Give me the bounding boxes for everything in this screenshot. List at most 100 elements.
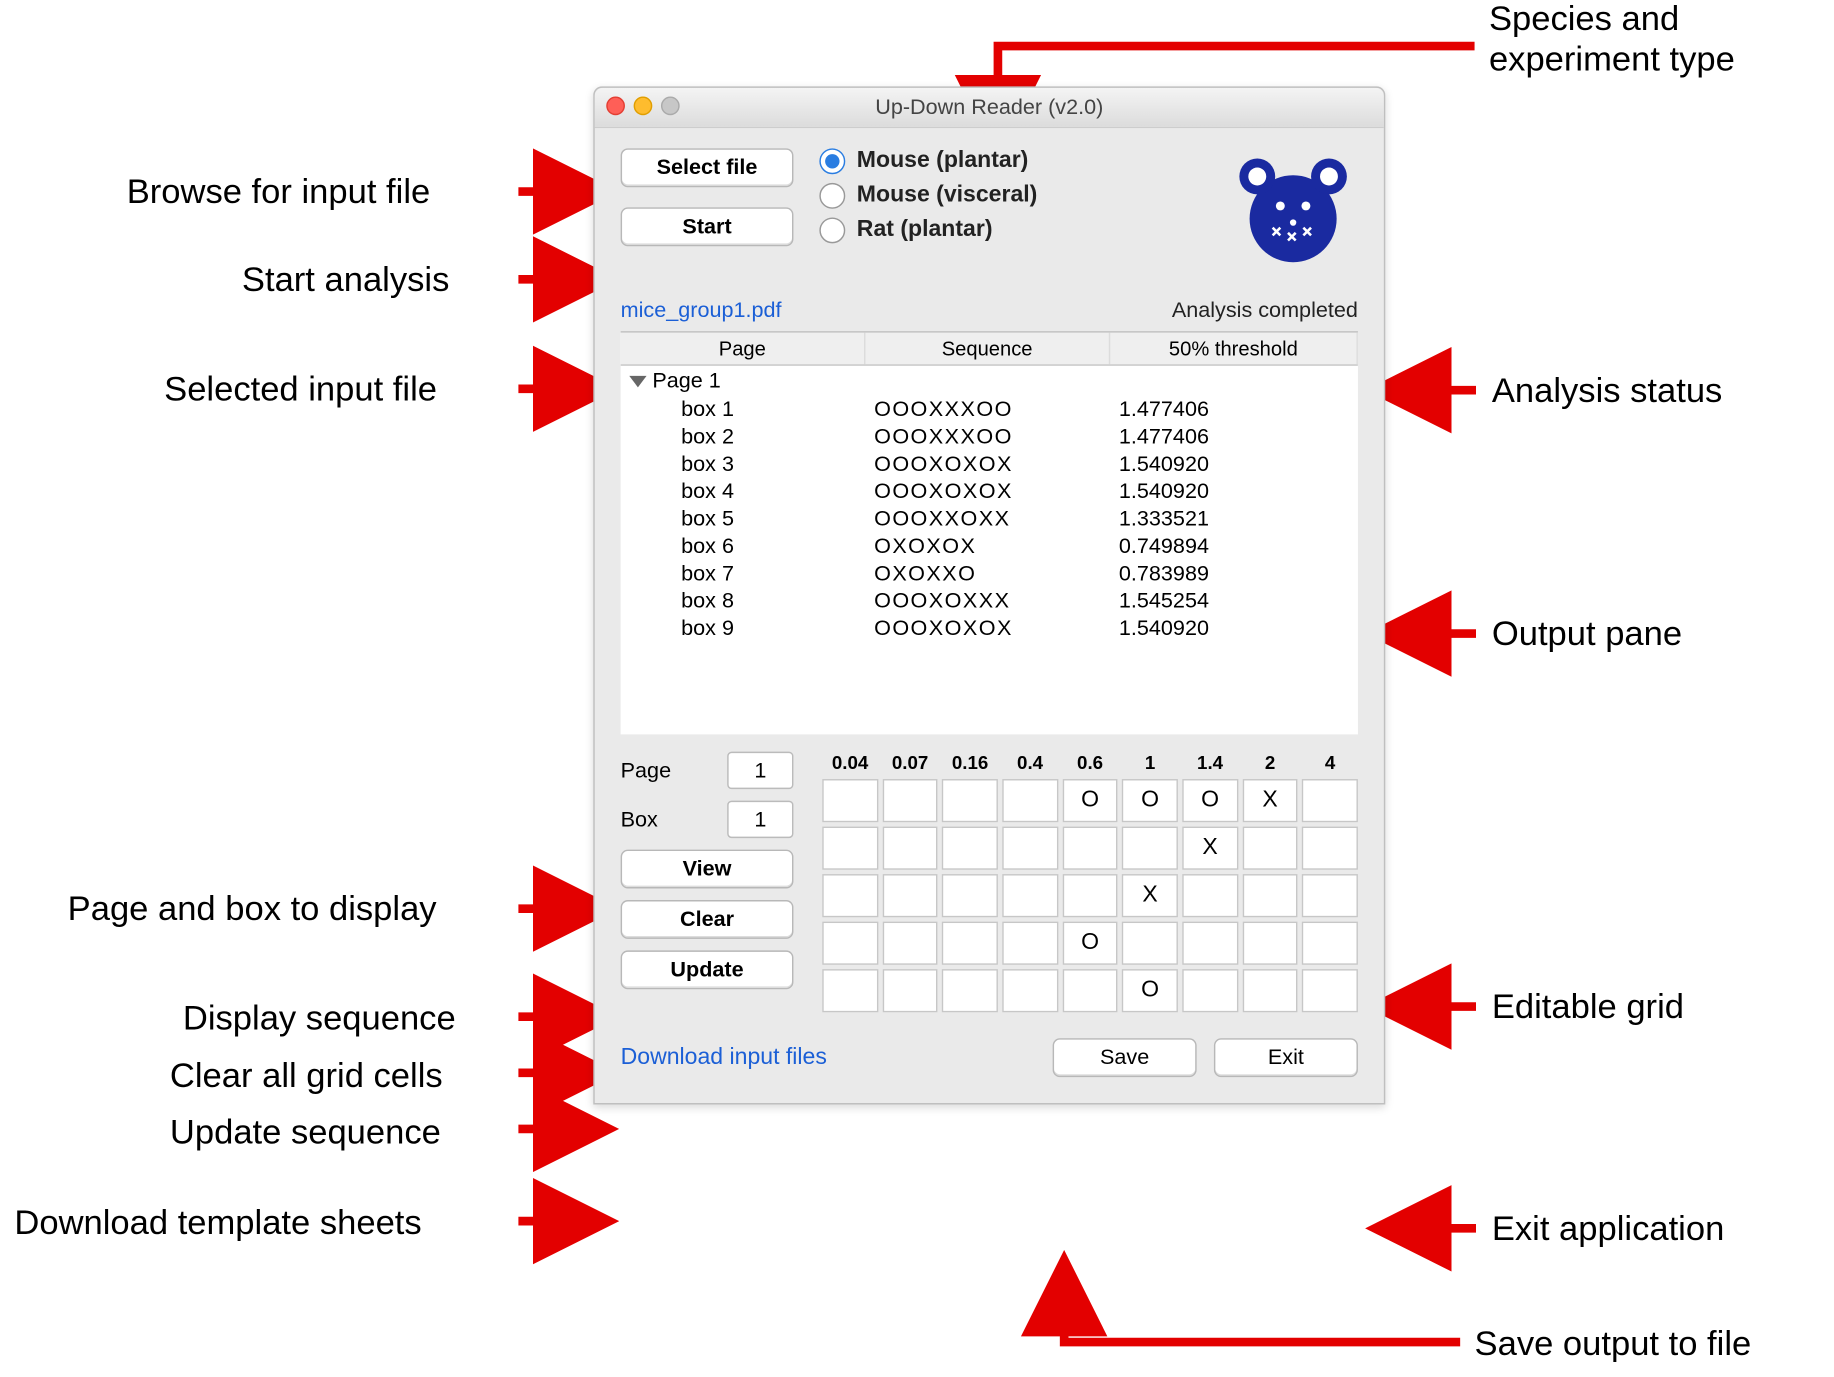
grid-cell[interactable] xyxy=(1002,779,1058,822)
grid-column-header: 0.16 xyxy=(942,752,998,774)
grid-cell[interactable]: X xyxy=(1122,874,1178,917)
box-label: Box xyxy=(621,807,658,831)
tree-box-label: box 4 xyxy=(621,480,866,504)
radio-mouse-plantar[interactable] xyxy=(819,148,845,174)
grid-cell[interactable] xyxy=(1062,827,1118,870)
grid-cell[interactable] xyxy=(1302,969,1358,1012)
tree-threshold: 1.333521 xyxy=(1110,507,1358,531)
grid-cell[interactable] xyxy=(1182,969,1238,1012)
tree-threshold: 1.545254 xyxy=(1110,589,1358,613)
callout-clear-grid: Clear all grid cells xyxy=(170,1057,443,1097)
disclosure-triangle-icon[interactable] xyxy=(629,375,646,387)
grid-cell[interactable] xyxy=(1242,922,1298,965)
grid-cell[interactable] xyxy=(1302,874,1358,917)
tree-sequence: OXOXXO xyxy=(865,562,1110,586)
tree-group[interactable]: Page 1 xyxy=(621,366,1358,396)
grid-cell[interactable] xyxy=(1182,874,1238,917)
grid-cell[interactable] xyxy=(822,779,878,822)
tree-threshold: 1.540920 xyxy=(1110,480,1358,504)
grid-cell[interactable] xyxy=(942,969,998,1012)
grid-cell[interactable] xyxy=(882,922,938,965)
tree-row[interactable]: box 5OOOXXOXX1.333521 xyxy=(621,505,1358,532)
grid-cell[interactable]: O xyxy=(1182,779,1238,822)
analysis-status-text: Analysis completed xyxy=(1172,298,1358,322)
tree-sequence: OOOXOXXX xyxy=(865,589,1110,613)
callout-display-seq: Display sequence xyxy=(183,999,456,1039)
tree-row[interactable]: box 6OXOXOX0.749894 xyxy=(621,533,1358,560)
clear-button[interactable]: Clear xyxy=(621,900,794,939)
grid-cell[interactable] xyxy=(1122,922,1178,965)
tree-sequence: OOOXXOXX xyxy=(865,507,1110,531)
output-tree[interactable]: Page Sequence 50% threshold Page 1 box 1… xyxy=(621,331,1358,734)
grid-cell[interactable]: O xyxy=(1062,922,1118,965)
grid-cell[interactable] xyxy=(1122,827,1178,870)
grid-cell[interactable] xyxy=(1302,922,1358,965)
update-button[interactable]: Update xyxy=(621,950,794,989)
tree-row[interactable]: box 9OOOXOXOX1.540920 xyxy=(621,615,1358,642)
grid-cell[interactable] xyxy=(1002,969,1058,1012)
tree-row[interactable]: box 8OOOXOXXX1.545254 xyxy=(621,588,1358,615)
grid-cell[interactable] xyxy=(822,827,878,870)
tree-threshold: 0.783989 xyxy=(1110,562,1358,586)
grid-cell[interactable] xyxy=(882,827,938,870)
tree-box-label: box 9 xyxy=(621,616,866,640)
grid-cell[interactable] xyxy=(1242,969,1298,1012)
grid-cell[interactable] xyxy=(1062,874,1118,917)
tree-sequence: OXOXOX xyxy=(865,534,1110,558)
window-title: Up-Down Reader (v2.0) xyxy=(875,95,1103,119)
grid-cell[interactable]: X xyxy=(1242,779,1298,822)
select-file-button[interactable]: Select file xyxy=(621,148,794,187)
tree-threshold: 1.477406 xyxy=(1110,397,1358,421)
tree-row[interactable]: box 7OXOXXO0.783989 xyxy=(621,560,1358,587)
grid-cell[interactable] xyxy=(1002,922,1058,965)
grid-cell[interactable] xyxy=(1302,827,1358,870)
tree-sequence: OOOXXXOO xyxy=(865,397,1110,421)
save-button[interactable]: Save xyxy=(1053,1038,1197,1077)
tree-box-label: box 5 xyxy=(621,507,866,531)
grid-cell[interactable] xyxy=(1062,969,1118,1012)
grid-cell[interactable] xyxy=(942,874,998,917)
grid-cell[interactable] xyxy=(882,969,938,1012)
grid-cell[interactable]: O xyxy=(1062,779,1118,822)
tree-row[interactable]: box 2OOOXXXOO1.477406 xyxy=(621,423,1358,450)
grid-cell[interactable] xyxy=(882,779,938,822)
grid-cell[interactable]: X xyxy=(1182,827,1238,870)
callout-start: Start analysis xyxy=(242,261,449,301)
tree-row[interactable]: box 3OOOXOXOX1.540920 xyxy=(621,451,1358,478)
start-button[interactable]: Start xyxy=(621,207,794,246)
window-close-icon[interactable] xyxy=(606,96,625,115)
box-input[interactable] xyxy=(727,801,793,838)
titlebar[interactable]: Up-Down Reader (v2.0) xyxy=(595,88,1384,128)
tree-row[interactable]: box 1OOOXXXOO1.477406 xyxy=(621,396,1358,423)
grid-cell[interactable] xyxy=(822,874,878,917)
grid-cell[interactable] xyxy=(1002,827,1058,870)
exit-button[interactable]: Exit xyxy=(1214,1038,1358,1077)
callout-analysis-status: Analysis status xyxy=(1492,372,1723,412)
tree-threshold: 0.749894 xyxy=(1110,534,1358,558)
grid-cell[interactable]: O xyxy=(1122,779,1178,822)
tree-box-label: box 3 xyxy=(621,452,866,476)
grid-cell[interactable] xyxy=(1002,874,1058,917)
mouse-icon xyxy=(1228,148,1358,263)
page-input[interactable] xyxy=(727,752,793,789)
grid-cell[interactable] xyxy=(942,827,998,870)
grid-cell[interactable] xyxy=(1182,922,1238,965)
callout-exit: Exit application xyxy=(1492,1210,1724,1250)
grid-cell[interactable] xyxy=(942,779,998,822)
grid-cell[interactable] xyxy=(882,874,938,917)
grid-column-header: 2 xyxy=(1242,752,1298,774)
radio-mouse-visceral[interactable] xyxy=(819,183,845,209)
grid-cell[interactable] xyxy=(822,922,878,965)
tree-row[interactable]: box 4OOOXOXOX1.540920 xyxy=(621,478,1358,505)
download-input-files-link[interactable]: Download input files xyxy=(621,1045,827,1071)
grid-cell[interactable] xyxy=(942,922,998,965)
grid-column-header: 0.6 xyxy=(1062,752,1118,774)
window-minimize-icon[interactable] xyxy=(634,96,653,115)
grid-cell[interactable] xyxy=(1242,827,1298,870)
grid-cell[interactable] xyxy=(1302,779,1358,822)
grid-cell[interactable]: O xyxy=(1122,969,1178,1012)
grid-cell[interactable] xyxy=(822,969,878,1012)
grid-cell[interactable] xyxy=(1242,874,1298,917)
view-button[interactable]: View xyxy=(621,850,794,889)
radio-rat-plantar[interactable] xyxy=(819,217,845,243)
